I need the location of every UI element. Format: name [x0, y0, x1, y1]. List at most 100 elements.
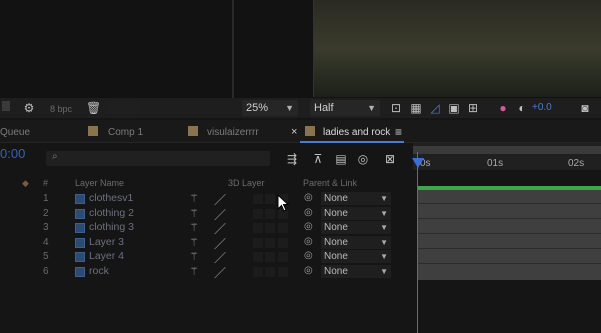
- exposure-value[interactable]: +0.0: [532, 102, 552, 113]
- tab-visualizer[interactable]: visulaizerrrr: [207, 127, 259, 138]
- chevron-down-icon: ▼: [380, 223, 388, 232]
- motion-blur-switch[interactable]: [253, 194, 263, 204]
- color-management-icon[interactable]: ◐: [515, 101, 529, 115]
- flowchart-icon[interactable]: [2, 101, 10, 111]
- transparency-grid-icon[interactable]: ▦: [409, 101, 423, 115]
- frame-blending-icon[interactable]: ▤: [333, 152, 349, 166]
- layer-type-icon: [75, 223, 85, 233]
- parent-value: None: [324, 193, 348, 204]
- parent-value: None: [324, 251, 348, 262]
- label-tag-icon[interactable]: ◆: [22, 178, 29, 189]
- motion-blur-switch[interactable]: [253, 209, 263, 219]
- layer-name[interactable]: rock: [89, 265, 109, 277]
- shy-switch-icon[interactable]: ⚚: [189, 207, 199, 220]
- playhead-line[interactable]: [417, 152, 418, 333]
- layer-name[interactable]: clothing 3: [89, 221, 134, 233]
- zoom-dropdown[interactable]: 25% ▼: [242, 100, 298, 116]
- pickwhip-icon[interactable]: ◎: [304, 207, 313, 218]
- adjustment-layer-switch[interactable]: [265, 238, 275, 248]
- camera-snapshot-icon[interactable]: ◙: [578, 101, 592, 115]
- parent-dropdown[interactable]: None ▼: [321, 236, 391, 249]
- adjustment-layer-switch[interactable]: [265, 267, 275, 277]
- slider-track[interactable]: [108, 102, 142, 114]
- shy-switch-icon[interactable]: ⚚: [189, 236, 199, 249]
- tab-render-queue[interactable]: Queue: [0, 127, 30, 138]
- guides-icon[interactable]: ▣: [447, 101, 461, 115]
- trash-icon[interactable]: 🗑: [86, 101, 101, 115]
- chevron-down-icon: ▼: [380, 267, 388, 276]
- graph-editor-icon[interactable]: ⊠: [382, 152, 398, 166]
- resolution-dropdown[interactable]: Half ▼: [310, 100, 380, 116]
- adjustment-layer-switch[interactable]: [265, 223, 275, 233]
- parent-value: None: [324, 222, 348, 233]
- chevron-down-icon: ▼: [380, 252, 388, 261]
- quality-switch-icon[interactable]: ／: [214, 264, 226, 281]
- safe-zones-icon[interactable]: ⊞: [466, 101, 480, 115]
- layer-name[interactable]: Layer 4: [89, 250, 124, 262]
- shy-switch-icon[interactable]: ⚚: [189, 221, 199, 234]
- parent-dropdown[interactable]: None ▼: [321, 250, 391, 263]
- mask-path-icon[interactable]: ◿: [428, 101, 442, 115]
- layer-number: 4: [43, 237, 49, 248]
- shy-switch-icon[interactable]: ⚚: [189, 265, 199, 278]
- track-divider: [418, 248, 601, 249]
- layer-name[interactable]: Layer 3: [89, 236, 124, 248]
- shy-switch-icon[interactable]: ⚚: [189, 192, 199, 205]
- pickwhip-icon[interactable]: ◎: [304, 221, 313, 232]
- playhead-handle[interactable]: [412, 158, 424, 168]
- search-icon: ⌕: [52, 151, 58, 162]
- zoom-value: 25%: [246, 102, 269, 114]
- comp-color-swatch: [188, 126, 198, 136]
- chevron-down-icon: ▼: [380, 238, 388, 247]
- adjustment-layer-switch[interactable]: [265, 209, 275, 219]
- layer-search-input[interactable]: [46, 151, 270, 166]
- three-d-layer-switch[interactable]: [278, 223, 288, 233]
- current-time-display[interactable]: 0:00: [0, 146, 25, 161]
- mouse-cursor-icon: [277, 194, 289, 212]
- pickwhip-icon[interactable]: ◎: [304, 250, 313, 261]
- adjustment-layer-switch[interactable]: [265, 252, 275, 262]
- node-icon[interactable]: ⚙: [22, 101, 36, 115]
- three-d-layer-switch[interactable]: [278, 252, 288, 262]
- column-parent-link[interactable]: Parent & Link: [303, 178, 357, 188]
- bit-depth-label[interactable]: 8 bpc: [50, 104, 72, 114]
- work-area-indicator: [418, 186, 601, 190]
- channels-icon[interactable]: ●: [496, 101, 510, 115]
- layer-type-icon: [75, 252, 85, 262]
- three-d-layer-switch[interactable]: [278, 238, 288, 248]
- comp-flowchart-icon[interactable]: ⇶: [284, 152, 300, 166]
- layer-name[interactable]: clothing 2: [89, 207, 134, 219]
- work-area-bar[interactable]: [413, 146, 601, 154]
- close-tab-icon[interactable]: ×: [291, 126, 297, 138]
- parent-dropdown[interactable]: None ▼: [321, 221, 391, 234]
- layer-type-icon: [75, 209, 85, 219]
- layer-name[interactable]: clothesv1: [89, 192, 133, 204]
- three-d-layer-switch[interactable]: [278, 267, 288, 277]
- snapshot-region-icon[interactable]: ⊡: [389, 101, 403, 115]
- parent-dropdown[interactable]: None ▼: [321, 265, 391, 278]
- motion-blur-switch[interactable]: [253, 238, 263, 248]
- motion-blur-switch[interactable]: [253, 223, 263, 233]
- motion-blur-icon[interactable]: ◎: [355, 152, 371, 166]
- pickwhip-icon[interactable]: ◎: [304, 192, 313, 203]
- tab-ladies-and-rock[interactable]: ladies and rock: [323, 127, 390, 138]
- parent-dropdown[interactable]: None ▼: [321, 192, 391, 205]
- panel-divider[interactable]: [232, 0, 234, 98]
- track-divider: [418, 233, 601, 234]
- pickwhip-icon[interactable]: ◎: [304, 236, 313, 247]
- pickwhip-icon[interactable]: ◎: [304, 265, 313, 276]
- shy-switch-icon[interactable]: ⚚: [189, 250, 199, 263]
- motion-blur-switch[interactable]: [253, 252, 263, 262]
- track-divider: [418, 218, 601, 219]
- parent-dropdown[interactable]: None ▼: [321, 207, 391, 220]
- tab-comp-1[interactable]: Comp 1: [108, 127, 143, 138]
- column-layer-name[interactable]: Layer Name: [75, 178, 124, 188]
- layer-number: 6: [43, 266, 49, 277]
- chevron-down-icon: ▼: [380, 194, 388, 203]
- column-number: #: [43, 178, 49, 188]
- composition-preview-image[interactable]: [313, 0, 601, 97]
- motion-blur-switch[interactable]: [253, 267, 263, 277]
- panel-menu-icon[interactable]: ≡: [395, 125, 402, 139]
- adjustment-layer-switch[interactable]: [265, 194, 275, 204]
- shy-layers-icon[interactable]: ⊼: [310, 152, 326, 166]
